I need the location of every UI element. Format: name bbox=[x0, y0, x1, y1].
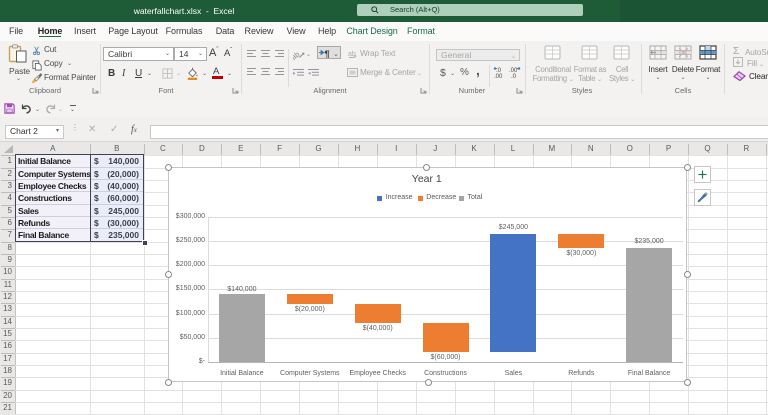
svg-text:ab: ab bbox=[293, 50, 301, 60]
svg-text:.00: .00 bbox=[494, 74, 503, 79]
svg-text:¶: ¶ bbox=[324, 49, 329, 58]
svg-text:.0: .0 bbox=[511, 74, 517, 79]
